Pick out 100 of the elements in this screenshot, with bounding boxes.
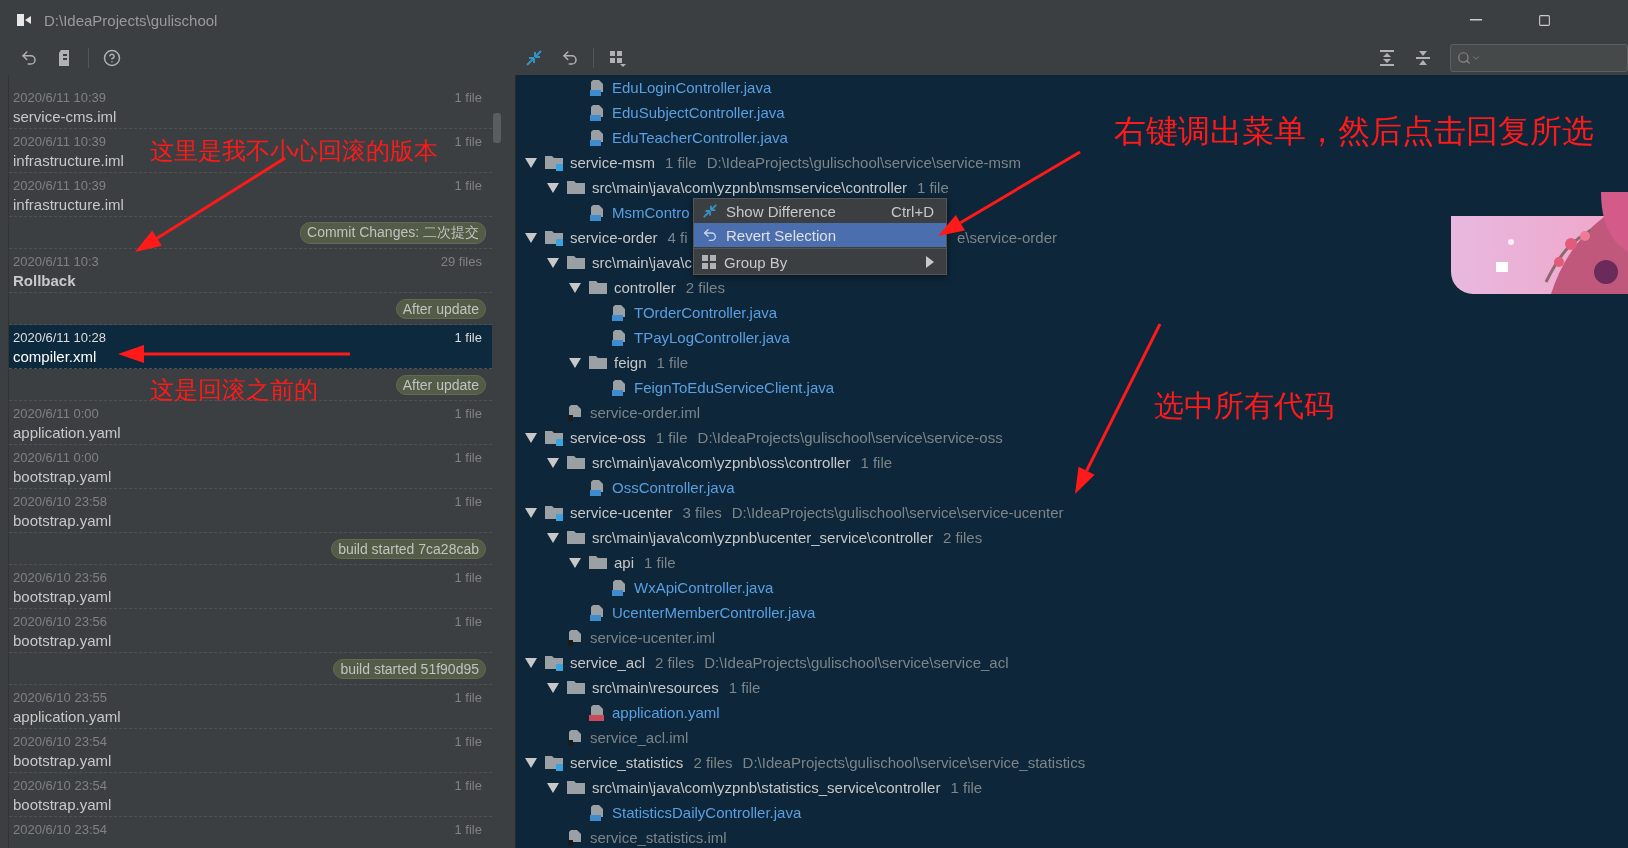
expanded-arrow-icon[interactable] [546, 682, 560, 693]
expanded-arrow-icon[interactable] [524, 757, 538, 768]
history-label: build started 7ca28cab [331, 538, 486, 559]
file-count: 1 file [454, 406, 482, 423]
history-entry[interactable]: 2020/6/10 23:56 1 file bootstrap.yaml [9, 565, 492, 609]
tree-item[interactable]: service-ucenter.iml [590, 629, 716, 646]
history-entry[interactable]: 2020/6/10 23:58 1 file bootstrap.yaml [9, 489, 492, 533]
expanded-arrow-icon[interactable] [524, 657, 538, 668]
entry-date: 2020/6/10 23:58 [13, 494, 107, 511]
menu-item[interactable]: Group By [694, 250, 946, 274]
expanded-arrow-icon[interactable] [546, 182, 560, 193]
entry-name: Rollback [13, 272, 76, 291]
history-entry[interactable]: 2020/6/10 23:54 1 file bootstrap.yaml [9, 729, 492, 773]
tree-item[interactable]: api [614, 554, 635, 571]
module-path: D:\IdeaProjects\gulischool\service\service_acl [704, 654, 1009, 671]
history-entry[interactable]: 2020/6/10 23:55 1 file application.yaml [9, 685, 492, 729]
java-file-icon [588, 603, 606, 622]
expanded-arrow-icon[interactable] [546, 532, 560, 543]
entry-name: infrastructure.iml [13, 196, 124, 215]
entry-name: bootstrap.yaml [13, 632, 112, 651]
expanded-arrow-icon[interactable] [546, 257, 560, 268]
expanded-arrow-icon[interactable] [568, 357, 582, 368]
tree-item[interactable]: feign [614, 354, 647, 371]
expanded-arrow-icon[interactable] [524, 232, 538, 243]
module-path: e\service-order [957, 229, 1058, 246]
entry-date: 2020/6/10 23:56 [13, 570, 107, 587]
history-entry[interactable]: 2020/6/11 0:00 1 file bootstrap.yaml [9, 445, 492, 489]
file-count: 1 file [454, 90, 482, 107]
history-entry[interactable]: 2020/6/10 23:56 1 file bootstrap.yaml [9, 609, 492, 653]
file-count: 1 file [454, 570, 482, 587]
tree-item[interactable]: OssController.java [612, 479, 735, 496]
group-icon [608, 48, 626, 67]
tree-item[interactable]: src\main\java\com\yzpnb\oss\controller [592, 454, 851, 471]
tree-item[interactable]: EduSubjectController.java [612, 104, 785, 121]
file-count: 1 file [454, 330, 482, 347]
tree-item[interactable]: FeignToEduServiceClient.java [634, 379, 835, 396]
entry-date: 2020/6/11 10:28 [13, 330, 106, 347]
history-entry[interactable]: 2020/6/11 10:3 29 files Rollback [9, 249, 492, 293]
tree-item[interactable]: src\main\java\c [592, 254, 693, 271]
maximize-icon [1537, 13, 1551, 27]
expanded-arrow-icon[interactable] [524, 432, 538, 443]
history-entry[interactable]: 2020/6/10 23:54 1 file bootstrap.yaml [9, 773, 492, 817]
help-icon [103, 48, 121, 67]
undo-icon [561, 48, 579, 67]
tree-item[interactable]: service-oss [570, 429, 646, 446]
folder-icon [566, 679, 586, 696]
tree-item[interactable]: application.yaml [612, 704, 720, 721]
annotation-text: 右键调出菜单，然后点击回复所选 [1114, 114, 1594, 150]
tree-item[interactable]: MsmContro [612, 204, 690, 221]
menu-item[interactable]: Show Difference Ctrl+D [694, 199, 946, 223]
expanded-arrow-icon[interactable] [568, 282, 582, 293]
entry-name: bootstrap.yaml [13, 796, 112, 815]
tree-item[interactable]: src\main\java\com\yzpnb\ucenter_service\controller [592, 529, 933, 546]
tree-item[interactable]: StatisticsDailyController.java [612, 804, 802, 821]
tree-item[interactable]: src\main\java\com\yzpnb\msmservice\controller [592, 179, 908, 196]
annotation-text: 这是回滚之前的 [150, 377, 318, 404]
module-file-icon [566, 403, 584, 422]
shortcut-text: Ctrl+D [891, 202, 934, 220]
expanded-arrow-icon[interactable] [568, 557, 582, 568]
expanded-arrow-icon[interactable] [524, 507, 538, 518]
expanded-arrow-icon[interactable] [546, 782, 560, 793]
search-field[interactable] [1450, 43, 1628, 72]
tree-item[interactable]: TOrderController.java [634, 304, 778, 321]
entry-name: service-cms.iml [13, 108, 117, 127]
tree-item[interactable]: TPayLogController.java [634, 329, 790, 346]
tree-item[interactable]: EduTeacherController.java [612, 129, 788, 146]
tree-item[interactable]: src\main\java\com\yzpnb\statistics_service\controller [592, 779, 941, 796]
tree-item[interactable]: UcenterMemberController.java [612, 604, 816, 621]
tree-item[interactable]: service-ucenter [570, 504, 673, 521]
tree-item[interactable]: service-order.iml [590, 404, 701, 421]
tree-item[interactable]: service_acl.iml [590, 729, 689, 746]
tree-item[interactable]: controller [614, 279, 676, 296]
tree-item[interactable]: service-order [570, 229, 658, 246]
submenu-arrow-icon [926, 256, 934, 268]
yaml-file-icon [588, 703, 606, 722]
tree-item[interactable]: service_statistics [570, 754, 684, 771]
folder-icon [566, 454, 586, 471]
history-entry[interactable]: 2020/6/11 10:39 1 file infrastructure.iml [9, 173, 492, 217]
tree-item[interactable]: service_statistics.iml [590, 829, 727, 846]
entry-name: application.yaml [13, 424, 121, 443]
tree-item[interactable]: EduLoginController.java [612, 79, 772, 96]
expanded-arrow-icon[interactable] [524, 157, 538, 168]
file-count: 1 file [644, 554, 676, 571]
module-folder-icon [544, 504, 564, 521]
tree-item[interactable]: service-msm [570, 154, 655, 171]
tree-item[interactable]: WxApiController.java [634, 579, 774, 596]
history-entry[interactable]: 2020/6/11 10:28 1 file compiler.xml [9, 325, 492, 369]
file-count: 1 file [656, 354, 689, 371]
history-entry[interactable]: 2020/6/11 10:39 1 file service-cms.iml [9, 85, 492, 129]
folder-icon [566, 779, 586, 796]
module-path: D:\IdeaProjects\gulischool\service\service-oss [697, 429, 1003, 446]
history-entry[interactable]: 2020/6/11 0:00 1 file application.yaml [9, 401, 492, 445]
tree-item[interactable]: src\main\resources [592, 679, 719, 696]
menu-item[interactable]: Revert Selection [694, 223, 946, 247]
java-file-icon [588, 78, 606, 97]
tree-item[interactable]: service_acl [570, 654, 646, 671]
java-file-icon [588, 103, 606, 122]
scrollbar-thumb[interactable] [493, 113, 501, 143]
expanded-arrow-icon[interactable] [546, 457, 560, 468]
module-folder-icon [544, 154, 564, 171]
